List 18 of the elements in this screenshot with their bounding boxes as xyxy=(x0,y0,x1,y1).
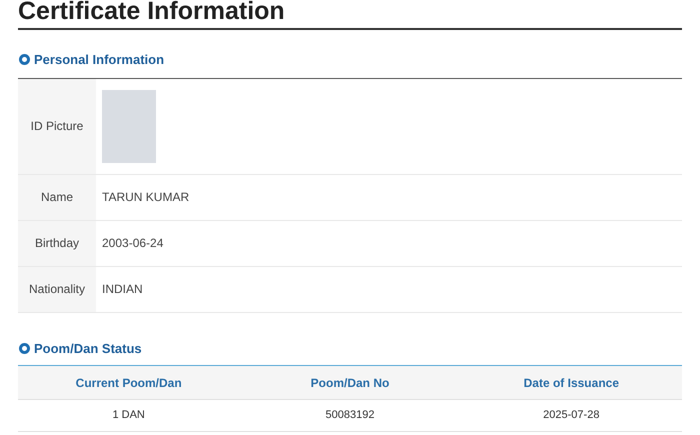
field-label-cell: Birthday xyxy=(18,220,96,266)
column-header: Poom/Dan No xyxy=(310,374,390,392)
field-label-cell: Nationality xyxy=(18,266,96,312)
bullet-icon xyxy=(19,342,30,354)
section-heading: Poom/Dan Status xyxy=(34,340,142,358)
table-cell-text: 1 DAN xyxy=(111,408,146,424)
table-cell-text: 50083192 xyxy=(324,408,376,424)
field-label-cell: Name xyxy=(18,174,96,220)
bullet-icon xyxy=(19,54,30,66)
table-cell-text: 2025-07-28 xyxy=(542,408,600,424)
field-value: INDIAN xyxy=(102,281,143,298)
field-label-cell: ID Picture xyxy=(18,78,96,174)
column-header: Date of Issuance xyxy=(522,374,620,392)
section-heading: Personal Information xyxy=(34,51,164,69)
column-header: Current Poom/Dan xyxy=(74,374,183,392)
field-value: TARUN KUMAR xyxy=(102,189,190,206)
field-value: 2003-06-24 xyxy=(102,235,164,252)
page-title: Certificate Information xyxy=(18,0,285,27)
